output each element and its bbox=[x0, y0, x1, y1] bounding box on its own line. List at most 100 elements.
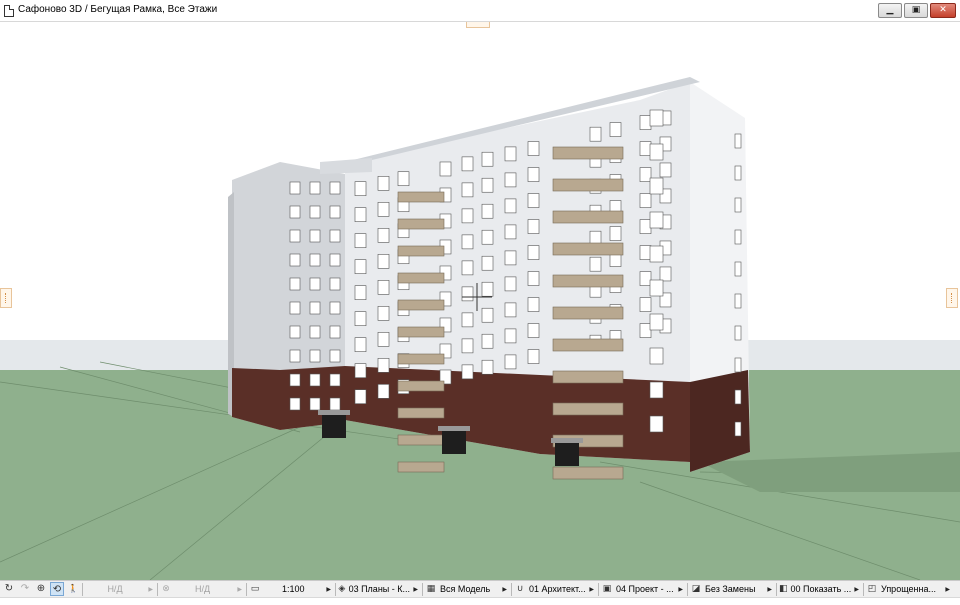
restore-icon: ▣ bbox=[911, 5, 921, 15]
window bbox=[309, 301, 321, 315]
model-view-icon: ▦ bbox=[426, 583, 436, 594]
minimize-icon: ▁ bbox=[886, 5, 894, 15]
window bbox=[377, 254, 390, 269]
window bbox=[461, 234, 474, 250]
window bbox=[639, 271, 652, 286]
window bbox=[504, 224, 517, 240]
window bbox=[289, 349, 301, 363]
chevron-right-icon: ▶ bbox=[945, 585, 950, 593]
window bbox=[329, 253, 341, 267]
balcony bbox=[397, 353, 445, 365]
right-resize-handle[interactable] bbox=[946, 288, 958, 308]
chevron-right-icon: ▶ bbox=[678, 585, 683, 593]
chevron-right-icon: ▶ bbox=[502, 585, 507, 593]
balcony bbox=[552, 338, 624, 352]
balcony bbox=[552, 466, 624, 480]
window bbox=[329, 181, 341, 195]
window bbox=[609, 226, 622, 241]
window bbox=[329, 349, 341, 363]
pen-set[interactable]: ∪ 01 Архитект... ▶ bbox=[514, 582, 596, 597]
scale-selector[interactable]: ▭ 1:100 ▶ bbox=[249, 582, 333, 597]
restore-button[interactable]: ▣ bbox=[904, 3, 928, 18]
window bbox=[639, 167, 652, 182]
balcony bbox=[552, 178, 624, 192]
window bbox=[659, 266, 672, 282]
structure-display[interactable]: ◰ Упрощенна... ▶ bbox=[866, 582, 952, 597]
close-button[interactable]: ✕ bbox=[930, 3, 956, 18]
bottom-border bbox=[0, 597, 960, 605]
balcony bbox=[552, 146, 624, 160]
walk-icon[interactable]: 🚶 bbox=[66, 582, 80, 596]
window bbox=[289, 229, 301, 243]
pen-set-icon: ∪ bbox=[516, 583, 524, 594]
status-nd-2[interactable]: ⊗ Н/Д ▶ bbox=[160, 582, 244, 597]
status-separator bbox=[511, 582, 512, 596]
orbit-icon[interactable]: ⟲ bbox=[50, 582, 64, 596]
top-resize-handle[interactable] bbox=[466, 22, 490, 28]
balcony bbox=[397, 272, 445, 284]
window bbox=[289, 325, 301, 339]
window bbox=[527, 245, 540, 260]
window bbox=[377, 280, 390, 295]
window bbox=[639, 141, 652, 156]
left-resize-handle[interactable] bbox=[0, 288, 12, 308]
rotate-icon[interactable]: ↻ bbox=[2, 582, 16, 596]
window bbox=[504, 354, 517, 370]
window bbox=[309, 205, 321, 219]
renovation-filter-label: 00 Показать ... bbox=[790, 583, 852, 594]
model-view-combination[interactable]: ▣ 04 Проект - ... ▶ bbox=[601, 582, 685, 597]
status-nd-1[interactable]: Н/Д ▶ bbox=[85, 582, 155, 597]
window bbox=[649, 415, 664, 433]
window bbox=[639, 297, 652, 312]
window bbox=[527, 167, 540, 182]
window bbox=[289, 301, 301, 315]
window bbox=[329, 373, 341, 387]
window bbox=[397, 171, 410, 187]
3d-viewport[interactable] bbox=[0, 22, 960, 580]
status-nd-2-label: Н/Д bbox=[195, 583, 211, 594]
window bbox=[527, 219, 540, 234]
balcony bbox=[552, 242, 624, 256]
3d-scene[interactable] bbox=[0, 22, 960, 580]
window-title: Сафоново 3D / Бегущая Рамка, Все Этажи bbox=[18, 4, 218, 15]
balcony bbox=[397, 299, 445, 311]
graphic-override-label: Без Замены bbox=[705, 583, 756, 594]
graphic-override[interactable]: ◪ Без Замены ▶ bbox=[690, 582, 774, 597]
window bbox=[527, 193, 540, 208]
window bbox=[481, 229, 494, 245]
window bbox=[461, 338, 474, 354]
renovation-filter[interactable]: ◧ 00 Показать ... ▶ bbox=[779, 582, 861, 597]
window bbox=[309, 325, 321, 339]
entrance-door bbox=[555, 442, 579, 466]
window bbox=[289, 277, 301, 291]
status-separator bbox=[422, 582, 423, 596]
window bbox=[504, 328, 517, 344]
balcony bbox=[397, 461, 445, 473]
model-view-option[interactable]: ▦ Вся Модель ▶ bbox=[425, 582, 509, 597]
chevron-right-icon: ▶ bbox=[767, 585, 772, 593]
entrance-canopy bbox=[318, 410, 350, 415]
chevron-right-icon: ▶ bbox=[326, 585, 331, 593]
layer-combination[interactable]: ◈ 03 Планы - К... ▶ bbox=[338, 582, 420, 597]
window bbox=[461, 286, 474, 302]
entrance-door bbox=[442, 430, 466, 454]
zoom-icon[interactable]: ⊕ bbox=[34, 582, 48, 596]
window bbox=[504, 276, 517, 292]
graphic-override-icon: ◪ bbox=[691, 583, 701, 594]
window bbox=[659, 162, 672, 178]
window bbox=[649, 347, 664, 365]
window bbox=[461, 260, 474, 276]
model-view-label: Вся Модель bbox=[440, 583, 491, 594]
window bbox=[377, 358, 390, 373]
status-separator bbox=[687, 582, 688, 596]
window bbox=[734, 261, 742, 277]
status-bar: ↻ ↷ ⊕ ⟲ 🚶 Н/Д ▶ ⊗ Н/Д ▶ ▭ 1:100 ▶ ◈ 03 П… bbox=[0, 580, 960, 597]
balcony bbox=[552, 210, 624, 224]
status-separator bbox=[863, 582, 864, 596]
minimize-button[interactable]: ▁ bbox=[878, 3, 902, 18]
window bbox=[309, 229, 321, 243]
chevron-right-icon: ▶ bbox=[148, 585, 153, 593]
redo-view-icon[interactable]: ↷ bbox=[18, 582, 32, 596]
window bbox=[504, 172, 517, 188]
window bbox=[289, 253, 301, 267]
